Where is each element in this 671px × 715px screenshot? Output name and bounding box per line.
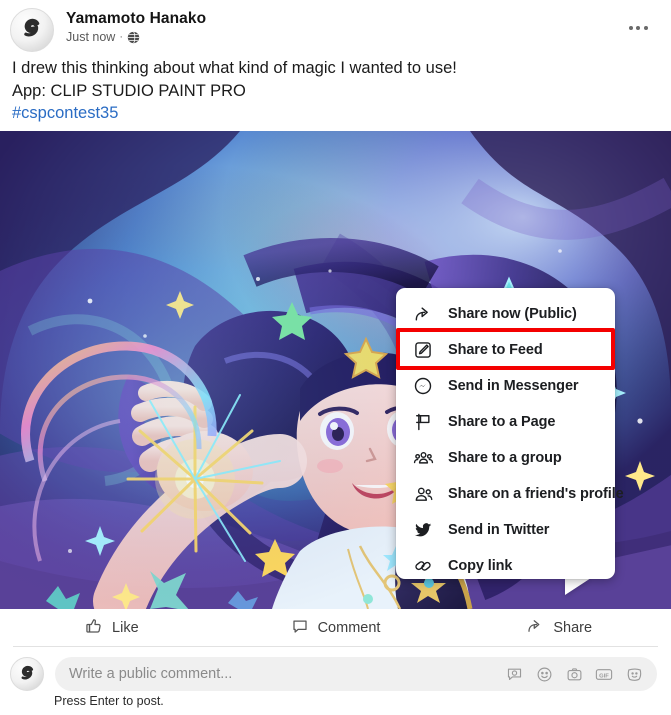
gif-icon[interactable]: GIF [595,665,613,683]
comment-sticker-icon[interactable] [505,665,523,683]
comment-label: Comment [317,619,381,636]
share-button[interactable]: Share [447,612,671,644]
emoji-smiley-icon[interactable] [535,665,553,683]
composer-avatar[interactable] [10,657,44,691]
link-chain-icon [410,553,436,579]
menu-item-label: Send in Messenger [448,378,579,394]
dot-3 [643,26,648,30]
post-text-line-1: I drew this thinking about what kind of … [12,59,457,77]
menu-item-label: Send in Twitter [448,522,550,538]
thumbs-up-icon [85,617,103,639]
like-label: Like [112,619,139,636]
svg-text:GIF: GIF [599,673,609,679]
menu-item-label: Share now (Public) [448,306,577,322]
share-arrow-icon [410,301,436,327]
avatar[interactable] [10,8,54,52]
twitter-bird-icon [410,517,436,543]
menu-item-label: Share to Feed [448,342,543,358]
post-action-bar: Like Comment Share [0,609,671,646]
globe-icon[interactable] [127,31,140,44]
group-icon [410,445,436,471]
facebook-post-card: Yamamoto Hanako Just now · I drew this t… [0,0,671,715]
menu-item-label: Share on a friend's profile [448,486,624,502]
menu-item-share-to-a-group[interactable]: Share to a group [396,440,615,476]
composer-icons: GIF [505,665,643,683]
post-text-line-2: App: CLIP STUDIO PAINT PRO [12,81,246,100]
menu-item-label: Share to a Page [448,414,556,430]
like-button[interactable]: Like [0,612,224,644]
menu-item-send-in-messenger[interactable]: Send in Messenger [396,368,615,404]
menu-item-send-in-twitter[interactable]: Send in Twitter [396,512,615,548]
menu-item-share-to-feed[interactable]: Share to Feed [396,332,615,368]
comment-composer: Write a public comment... GIF [0,655,671,693]
comment-button[interactable]: Comment [224,612,448,644]
post-meta: Just now · [66,29,206,46]
post-hashtag-link[interactable]: #cspcontest35 [12,102,652,125]
meta-separator: · [119,31,124,43]
comment-input[interactable]: Write a public comment... GIF [55,657,657,691]
menu-item-share-now[interactable]: Share now (Public) [396,296,615,332]
pencil-square-icon [410,337,436,363]
menu-item-share-on-a-friends-profile[interactable]: Share on a friend's profile [396,476,624,512]
flag-page-icon [410,409,436,435]
dot-2 [636,26,640,30]
messenger-icon [410,373,436,399]
share-label: Share [553,619,593,636]
post-text: I drew this thinking about what kind of … [12,57,652,125]
post-timestamp[interactable]: Just now [66,29,115,46]
share-menu: Share now (Public) Share to Feed Send in… [396,288,624,579]
author-block: Yamamoto Hanako Just now · [66,8,206,46]
share-arrow-icon [526,617,544,639]
author-name[interactable]: Yamamoto Hanako [66,9,206,28]
clip-studio-paint-logo-icon [24,18,40,37]
menu-item-share-to-a-page[interactable]: Share to a Page [396,404,615,440]
post-options-button[interactable] [623,18,653,38]
composer-hint: Press Enter to post. [54,694,164,708]
divider [13,646,658,647]
menu-item-copy-link[interactable]: Copy link [396,548,615,584]
menu-item-label: Share to a group [448,450,562,466]
camera-icon[interactable] [565,665,583,683]
menu-item-label: Copy link [448,558,513,574]
clip-studio-paint-logo-icon [21,665,33,679]
comment-placeholder: Write a public comment... [69,666,233,682]
post-header: Yamamoto Hanako Just now · [0,0,671,56]
comment-bubble-icon [291,617,309,639]
dot-1 [628,26,633,30]
sticker-face-icon[interactable] [625,665,643,683]
friends-icon [410,481,436,507]
